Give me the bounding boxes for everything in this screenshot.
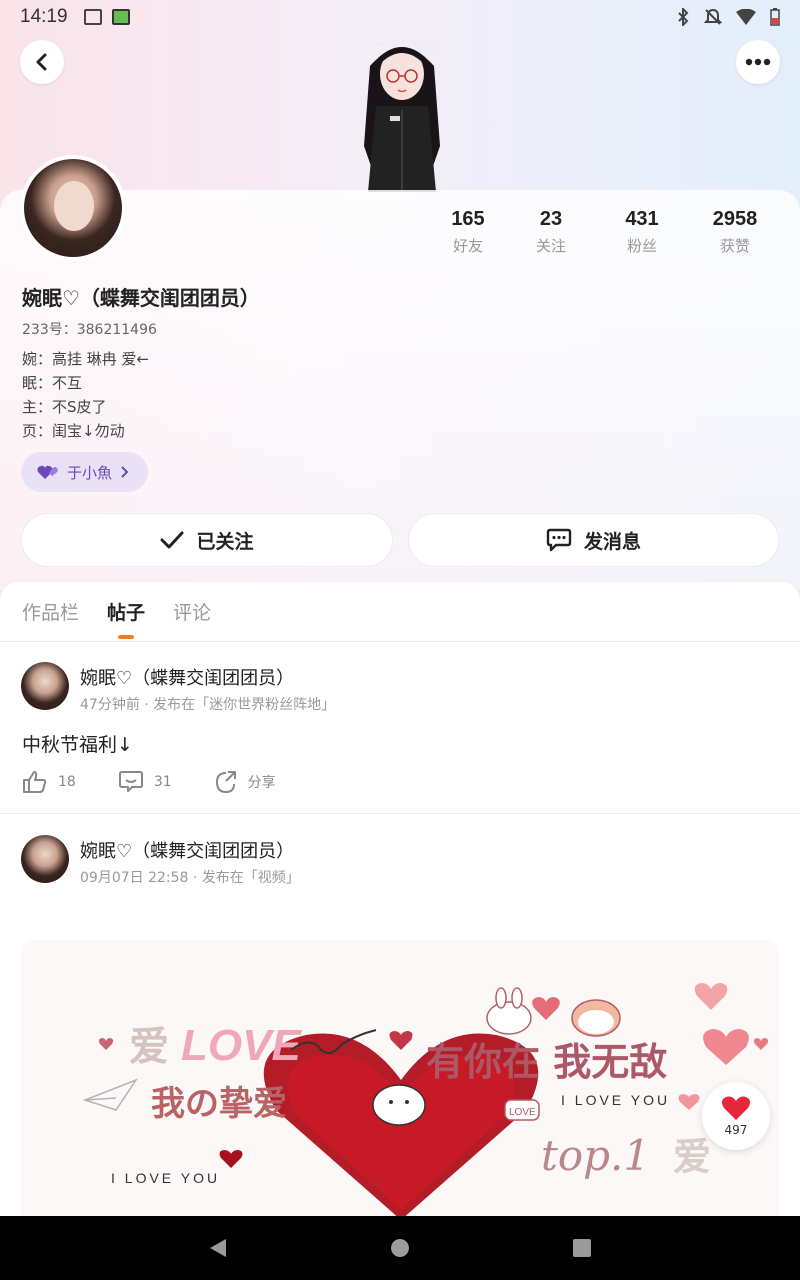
image-text-top: top.1	[541, 1131, 650, 1180]
post-author-avatar[interactable]	[21, 835, 69, 883]
tab-works[interactable]: 作品栏	[22, 598, 79, 625]
post-actions: 18 31 分享	[22, 770, 318, 794]
post-item[interactable]: 婉眠♡（蝶舞交闺团团员） 47分钟前 · 发布在「迷你世界粉丝阵地」 中秋节福利…	[0, 642, 800, 814]
profile-stats: 165 好友 23 关注 431 粉丝 2958 获赞	[428, 208, 780, 256]
nav-back-icon[interactable]	[207, 1237, 229, 1259]
stat-likes-count: 2958	[712, 208, 758, 230]
nav-home-icon[interactable]	[389, 1237, 411, 1259]
floating-like-button[interactable]: 497	[702, 1082, 770, 1150]
image-text-love: LOVE	[181, 1021, 302, 1070]
app-notification-icon	[111, 9, 130, 25]
thumbs-up-icon	[23, 771, 47, 793]
chat-bubble-icon	[546, 528, 572, 552]
status-bar: 14:19	[0, 0, 800, 34]
profile-uid: 233号：386211496	[22, 322, 157, 338]
stat-friends-label: 好友	[452, 237, 483, 255]
post-author-name[interactable]: 婉眠♡（蝶舞交闺团团员）	[80, 837, 294, 863]
post-like-count: 18	[58, 774, 76, 790]
relationship-tag-button[interactable]: 于小魚	[21, 452, 149, 492]
stat-likes[interactable]: 2958 获赞	[690, 208, 780, 256]
mute-icon	[704, 8, 722, 25]
stat-fans-count: 431	[625, 208, 659, 230]
post-author-avatar[interactable]	[21, 662, 69, 710]
bio-line: 主：不S皮了	[22, 398, 107, 416]
stat-following-label: 关注	[535, 237, 566, 255]
tab-posts[interactable]: 帖子	[107, 598, 145, 639]
image-text-small-love: LOVE	[509, 1107, 536, 1118]
heart-icon	[721, 1096, 751, 1120]
stat-friends-count: 165	[451, 208, 485, 230]
double-heart-icon	[37, 465, 58, 479]
content-tabs: 作品栏 帖子 评论	[0, 582, 800, 642]
post-item[interactable]: 婉眠♡（蝶舞交闺团团员） 09月07日 22:58 · 发布在「视频」 爱 LO…	[0, 815, 800, 1225]
chevron-left-icon	[36, 53, 47, 71]
stat-following-count: 23	[539, 208, 563, 230]
stat-friends[interactable]: 165 好友	[428, 208, 508, 256]
post-share-label: 分享	[247, 775, 276, 791]
bio-line: 眠：不互	[22, 374, 83, 392]
comment-icon	[118, 771, 143, 792]
chevron-right-icon	[121, 466, 129, 478]
follow-button[interactable]: 已关注	[21, 513, 393, 567]
post-image[interactable]: 爱 LOVE 我の挚爱 有你在 我无敌 I LOVE YOU I LOVE YO…	[21, 940, 779, 1225]
image-text-ai-left: 爱	[129, 1024, 169, 1069]
post-text: 中秋节福利↓	[22, 734, 133, 756]
image-text-ai-right: 爱	[673, 1137, 711, 1179]
image-text-iloveyou-right: I LOVE YOU	[561, 1092, 670, 1108]
more-dots-icon	[745, 58, 771, 66]
image-text-iloveyou-left: I LOVE YOU	[111, 1170, 220, 1186]
nav-recents-icon[interactable]	[571, 1237, 593, 1259]
message-button[interactable]: 发消息	[408, 513, 779, 567]
bio-line: 婉：高挂 琳冉 爱←	[22, 350, 150, 368]
relationship-tag-label: 于小魚	[67, 463, 113, 482]
profile-name: 婉眠♡（蝶舞交闺团团员）	[22, 286, 260, 310]
share-icon	[215, 771, 236, 794]
stat-fans[interactable]: 431 粉丝	[594, 208, 690, 256]
floating-like-count: 497	[724, 1123, 748, 1137]
post-comment-count: 31	[153, 774, 172, 790]
tab-comments[interactable]: 评论	[173, 598, 211, 625]
image-text-zhiai: 我の挚爱	[151, 1084, 287, 1124]
stat-likes-label: 获赞	[719, 237, 750, 255]
more-options-button[interactable]	[736, 40, 780, 84]
check-icon	[160, 531, 184, 549]
profile-bio: 婉：高挂 琳冉 爱← 眠：不互 主：不S皮了 页：闺宝↓勿动	[22, 347, 149, 443]
system-navigation-bar	[0, 1216, 800, 1280]
battery-icon	[770, 8, 780, 26]
status-time: 14:19	[20, 6, 68, 27]
stat-fans-label: 粉丝	[626, 237, 657, 255]
post-meta: 09月07日 22:58 · 发布在「视频」	[80, 870, 300, 886]
post-share-button[interactable]: 分享	[214, 770, 276, 794]
stat-following[interactable]: 23 关注	[508, 208, 594, 256]
bluetooth-icon	[678, 8, 689, 26]
gallery-notification-icon	[83, 9, 102, 25]
post-comment-button[interactable]: 31	[118, 770, 172, 794]
follow-button-label: 已关注	[196, 530, 254, 553]
post-like-button[interactable]: 18	[22, 770, 76, 794]
bio-line: 页：闺宝↓勿动	[22, 422, 125, 440]
post-author-name[interactable]: 婉眠♡（蝶舞交闺团团员）	[80, 664, 294, 690]
message-button-label: 发消息	[583, 530, 641, 553]
post-meta: 47分钟前 · 发布在「迷你世界粉丝阵地」	[80, 697, 336, 713]
image-text-slogan: 有你在 我无敌	[426, 1040, 667, 1084]
profile-avatar[interactable]	[20, 155, 126, 261]
virtual-avatar-figure[interactable]	[340, 36, 464, 192]
wifi-icon	[736, 9, 756, 25]
back-button[interactable]	[20, 40, 64, 84]
